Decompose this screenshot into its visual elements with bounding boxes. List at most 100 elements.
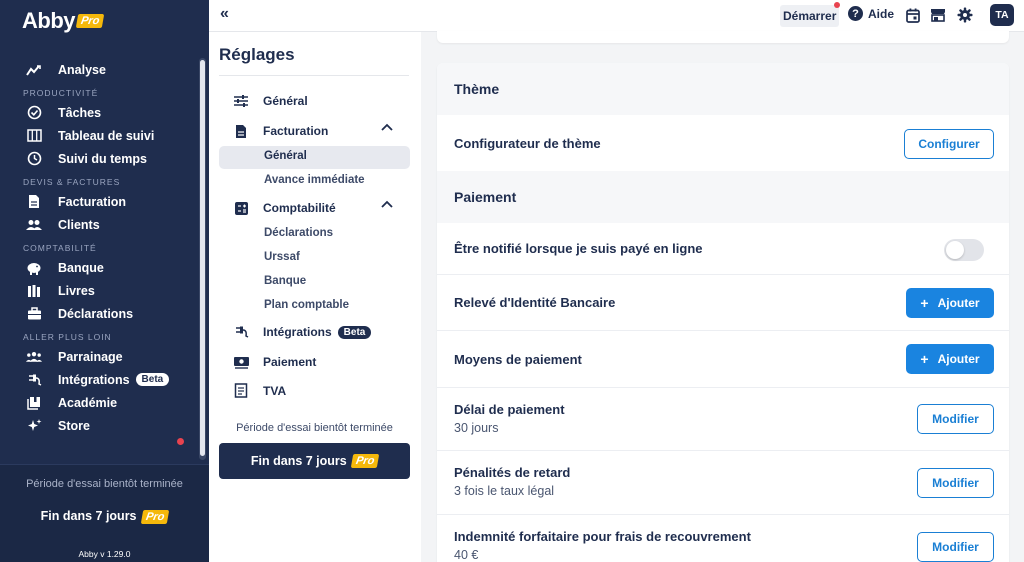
sidebar-item-facturation[interactable]: Facturation <box>0 190 198 213</box>
sidebar-item-taches[interactable]: Tâches <box>0 101 198 124</box>
subnav-divider <box>219 75 409 76</box>
subnav-item-facturation[interactable]: Facturation <box>232 122 328 140</box>
row-label: Moyens de paiement <box>454 352 582 367</box>
logo-pro-badge: Pro <box>75 14 105 28</box>
subnav-item-comptabilite[interactable]: Comptabilité <box>232 199 336 217</box>
briefcase-icon <box>26 306 42 322</box>
ajouter-moyens-button[interactable]: + Ajouter <box>906 344 994 374</box>
sidebar-nav: Analyse PRODUCTIVITÉ Tâches Tableau de s… <box>0 58 198 437</box>
subnav-label: TVA <box>263 384 287 398</box>
row-label: Indemnité forfaitaire pour frais de reco… <box>454 529 751 544</box>
subnav-trial-cta-button[interactable]: Fin dans 7 jours Pro <box>219 443 410 479</box>
trial-cta-label: Fin dans 7 jours <box>250 454 347 468</box>
subnav-item-paiement[interactable]: Paiement <box>232 353 316 371</box>
ajouter-rib-button[interactable]: + Ajouter <box>906 288 994 318</box>
sidebar-item-livres[interactable]: Livres <box>0 279 198 302</box>
modifier-delai-button[interactable]: Modifier <box>917 404 994 434</box>
modifier-indemnite-button[interactable]: Modifier <box>917 532 994 562</box>
demarrer-button[interactable]: Démarrer <box>780 5 840 27</box>
settings-title: Réglages <box>219 45 295 64</box>
help-icon: ? <box>848 6 863 21</box>
row-value: 30 jours <box>454 421 499 435</box>
sidebar-item-tableau[interactable]: Tableau de suivi <box>0 124 198 147</box>
section-heading-paiement: Paiement <box>437 171 1009 223</box>
row-notification-paiement: Être notifié lorsque je suis payé en lig… <box>437 223 1009 275</box>
sidebar-item-label: Analyse <box>58 62 106 77</box>
collapse-sidebar-icon[interactable]: « <box>220 5 229 23</box>
sidebar-scrollbar-thumb[interactable] <box>200 60 205 456</box>
document-icon <box>232 122 250 140</box>
sidebar-item-clients[interactable]: Clients <box>0 213 198 236</box>
subnav-item-plan-comptable[interactable]: Plan comptable <box>264 299 349 311</box>
sidebar-section-devis: DEVIS & FACTURES <box>23 177 121 187</box>
row-label: Pénalités de retard <box>454 465 571 480</box>
subnav-label: Paiement <box>263 355 317 369</box>
row-configurateur-theme: Configurateur de thème Configurer <box>437 115 1009 171</box>
sidebar-item-suivi[interactable]: Suivi du temps <box>0 147 198 170</box>
notification-toggle[interactable] <box>944 239 984 261</box>
app-logo[interactable]: Abby Pro <box>22 8 105 34</box>
sliders-icon <box>232 92 250 110</box>
calculator-icon <box>232 199 250 217</box>
sidebar-item-label: Tâches <box>58 105 102 120</box>
chevron-up-icon[interactable] <box>381 122 393 134</box>
subnav-label: Facturation <box>263 124 329 138</box>
store-icon[interactable] <box>929 6 947 24</box>
sidebar-item-label: Intégrations <box>58 372 130 387</box>
sidebar-item-declarations[interactable]: Déclarations <box>0 302 198 325</box>
logo-text: Abby <box>22 8 76 33</box>
trial-pro-badge: Pro <box>140 510 170 524</box>
subnav-item-integrations[interactable]: Intégrations Beta <box>232 323 372 341</box>
configurer-button[interactable]: Configurer <box>904 129 994 159</box>
notification-dot <box>177 438 184 445</box>
button-label: Ajouter <box>937 352 980 366</box>
row-label: Relevé d'Identité Bancaire <box>454 295 616 310</box>
sparkles-icon <box>26 418 42 434</box>
subnav-item-general[interactable]: Général <box>232 92 308 110</box>
subnav-item-urssaf[interactable]: Urssaf <box>264 251 300 263</box>
row-value: 40 € <box>454 548 479 562</box>
subnav-item-facturation-general[interactable]: Général <box>264 150 307 162</box>
beta-badge: Beta <box>135 373 170 386</box>
beta-badge: Beta <box>337 325 372 339</box>
user-avatar[interactable]: TA <box>990 4 1014 26</box>
row-label: Être notifié lorsque je suis payé en lig… <box>454 241 703 256</box>
subnav-item-banque[interactable]: Banque <box>264 275 306 287</box>
trial-pro-badge: Pro <box>350 454 380 468</box>
gear-icon[interactable] <box>956 6 974 24</box>
sidebar-item-academie[interactable]: Académie <box>0 391 198 414</box>
main-sidebar: Abby Pro Analyse PRODUCTIVITÉ Tâches Tab… <box>0 0 209 562</box>
chevron-up-icon[interactable] <box>381 199 393 211</box>
sidebar-item-label: Académie <box>58 395 118 410</box>
columns-icon <box>26 128 42 144</box>
subnav-item-avance-immediate[interactable]: Avance immédiate <box>264 174 365 186</box>
sidebar-item-store[interactable]: Store <box>0 414 198 437</box>
calendar-icon[interactable] <box>904 6 922 24</box>
library-icon <box>26 395 42 411</box>
sidebar-item-label: Parrainage <box>58 349 123 364</box>
modifier-penalites-button[interactable]: Modifier <box>917 468 994 498</box>
row-rib: Relevé d'Identité Bancaire + Ajouter <box>437 275 1009 331</box>
sidebar-item-parrainage[interactable]: Parrainage <box>0 345 198 368</box>
subnav-item-declarations[interactable]: Déclarations <box>264 227 333 239</box>
subnav-item-tva[interactable]: TVA <box>232 382 286 400</box>
sidebar-item-analyse[interactable]: Analyse <box>0 58 198 81</box>
button-label: Ajouter <box>937 296 980 310</box>
sidebar-item-integrations[interactable]: Intégrations Beta <box>0 368 198 391</box>
check-circle-icon <box>26 105 42 121</box>
trial-cta-label: Fin dans 7 jours <box>40 509 137 523</box>
trial-text: Période d'essai bientôt terminée <box>26 478 183 490</box>
help-button[interactable]: ? Aide <box>848 6 894 21</box>
plug-icon <box>232 323 250 341</box>
chart-line-icon <box>26 62 42 78</box>
sidebar-item-label: Livres <box>58 283 95 298</box>
app-version: Abby v 1.29.0 <box>78 549 131 559</box>
sidebar-item-banque[interactable]: Banque <box>0 256 198 279</box>
previous-card-edge <box>437 31 1009 43</box>
sidebar-item-label: Tableau de suivi <box>58 128 155 143</box>
trial-cta-button[interactable]: Fin dans 7 jours Pro <box>0 509 209 524</box>
sidebar-section-productivite: PRODUCTIVITÉ <box>23 88 99 98</box>
users-icon <box>26 217 42 233</box>
settings-card: Thème Configurateur de thème Configurer … <box>437 63 1009 562</box>
subnav-label: Intégrations <box>263 325 332 339</box>
